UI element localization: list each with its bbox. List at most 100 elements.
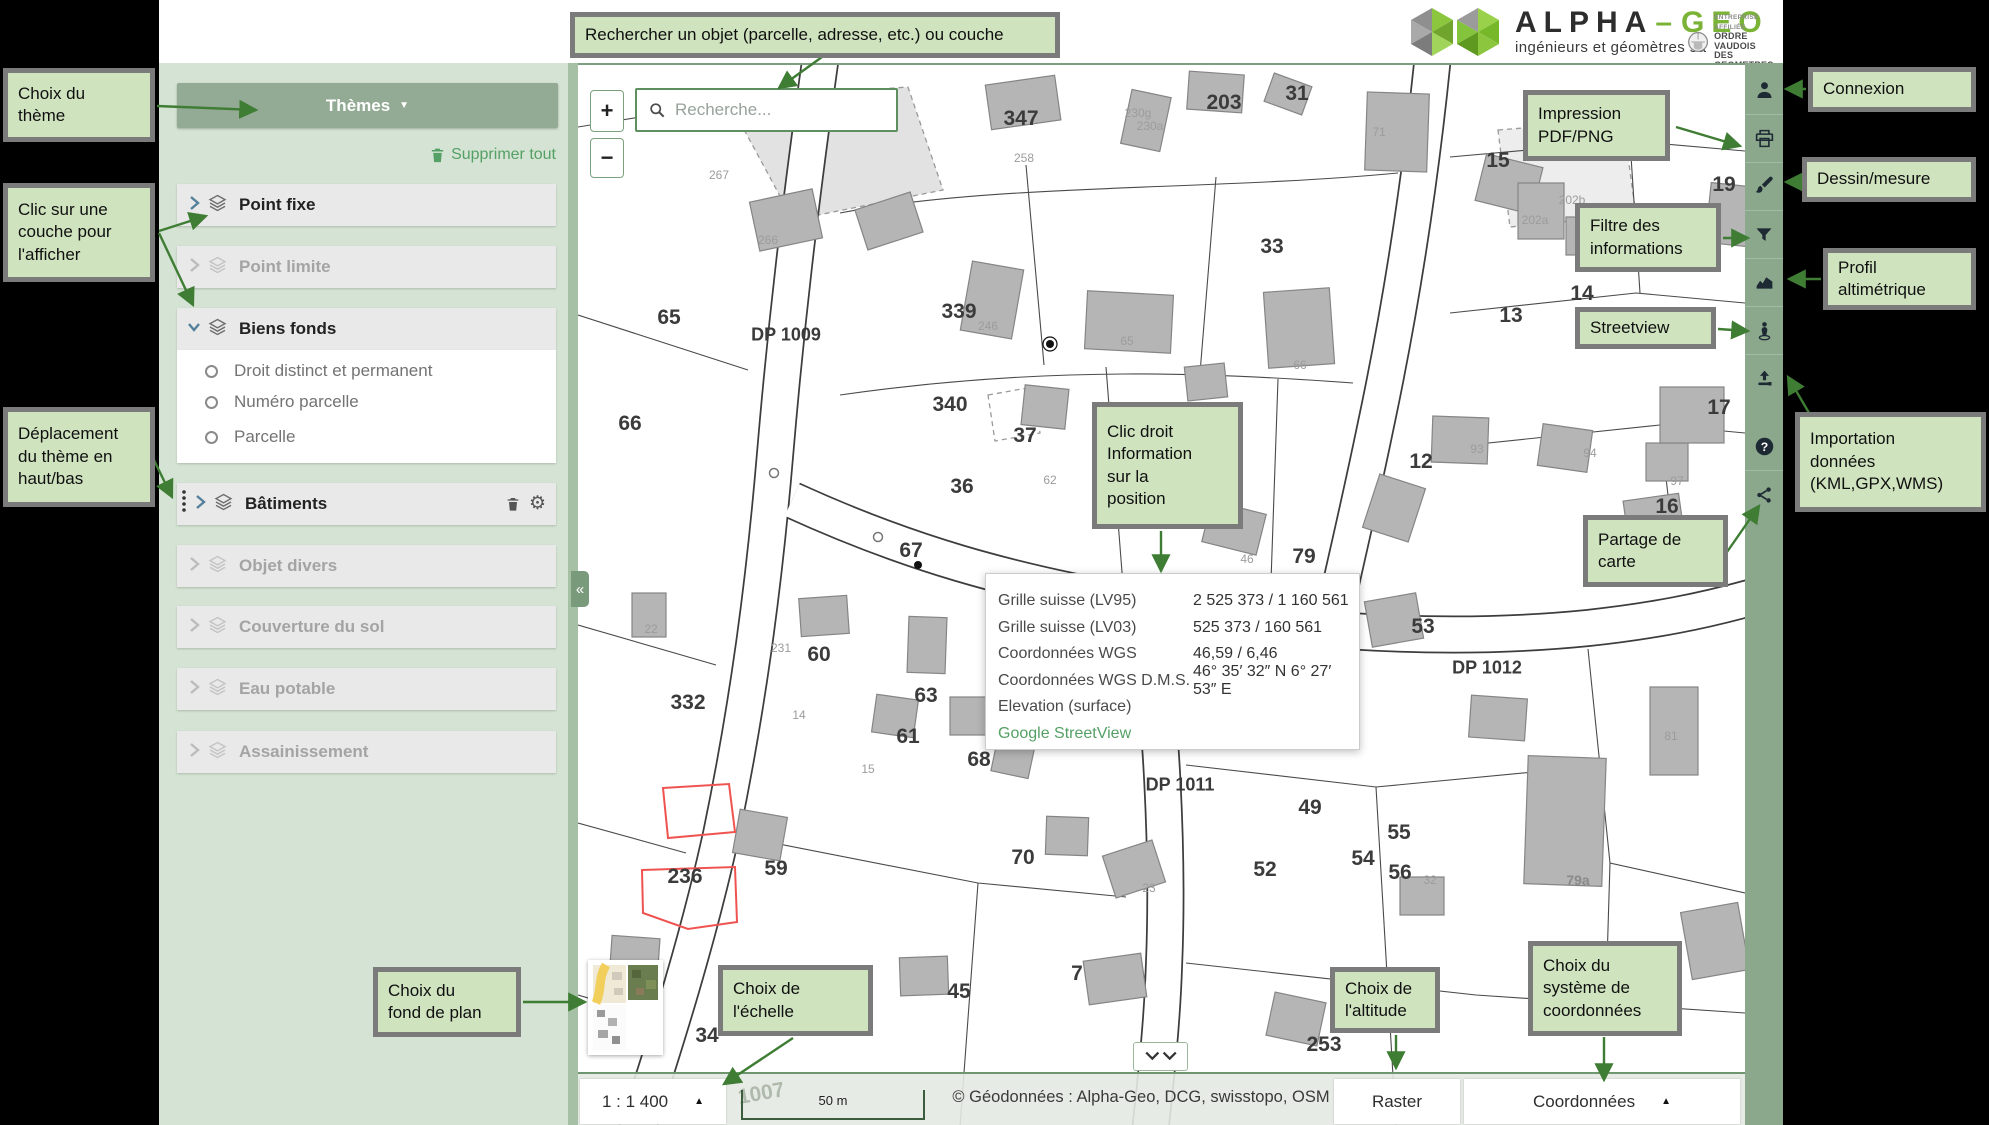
- basemap-switcher-thumbnail[interactable]: [588, 960, 663, 1055]
- gear-icon[interactable]: ⚙: [529, 495, 546, 513]
- caret-up-icon: ▲: [1661, 1096, 1671, 1107]
- callout-fond-plan: Choix du fond de plan: [373, 967, 521, 1037]
- parcel-label: 22: [644, 622, 657, 636]
- bottom-panel-collapse-button[interactable]: [1133, 1042, 1188, 1071]
- parcel-label: 94: [1583, 446, 1596, 460]
- layers-icon: [207, 615, 233, 640]
- zoom-out-button[interactable]: −: [590, 138, 624, 178]
- parcel-label: 19: [1712, 173, 1735, 197]
- google-streetview-link[interactable]: Google StreetView: [998, 721, 1359, 748]
- chevron-down-icon: ▼: [399, 100, 409, 111]
- chevron-right-icon: [181, 616, 207, 639]
- radio-circle-icon: [205, 396, 218, 409]
- chevron-right-icon: [181, 194, 207, 217]
- filter-info-button[interactable]: [1745, 210, 1783, 258]
- parcel-label: 65: [1120, 334, 1133, 348]
- share-button[interactable]: [1745, 470, 1783, 518]
- parcel-label: 230g: [1125, 106, 1152, 120]
- parcel-label: 52: [1253, 858, 1276, 882]
- chevron-down-icon: [181, 318, 207, 341]
- parcel-label: 34: [695, 1024, 718, 1048]
- callout-search: Rechercher un objet (parcelle, adresse, …: [570, 12, 1060, 58]
- chevron-right-icon: [181, 741, 207, 764]
- attribution-text: © Géodonnées : Alpha-Geo, DCG, swisstopo…: [926, 1088, 1356, 1107]
- parcel-label: 17: [1707, 396, 1730, 420]
- parcel-label: 253: [1306, 1033, 1341, 1057]
- layers-icon: [207, 317, 233, 342]
- biens-fonds-sublayers: Droit distinct et permanent Numéro parce…: [177, 350, 556, 463]
- trash-icon: [429, 146, 446, 164]
- parcel-label: DP 1012: [1452, 658, 1522, 679]
- parcel-label: 267: [709, 168, 729, 182]
- layer-row-objet-divers[interactable]: Objet divers: [177, 545, 556, 587]
- layer-row-eau-potable[interactable]: Eau potable: [177, 668, 556, 710]
- parcel-label: 7: [1071, 962, 1083, 986]
- parcel-label: 203: [1206, 91, 1241, 115]
- parcel-label: 36: [950, 475, 973, 499]
- parcel-label: 45: [947, 980, 970, 1004]
- layer-row-batiments[interactable]: Bâtiments ⚙: [177, 483, 556, 525]
- parcel-label: 347: [1003, 107, 1038, 131]
- elevation-profile-button[interactable]: [1745, 258, 1783, 306]
- share-icon: [1754, 485, 1774, 505]
- drag-handle-icon[interactable]: [180, 487, 188, 522]
- sublayer-numero-parcelle[interactable]: Numéro parcelle: [177, 387, 556, 417]
- parcel-label: 60: [807, 643, 830, 667]
- sidebar-collapse-tab[interactable]: «: [571, 571, 589, 607]
- parcel-label: 15: [861, 762, 874, 776]
- parcel-label: 230a: [1137, 119, 1164, 133]
- sublayer-parcelle[interactable]: Parcelle: [177, 422, 556, 452]
- callout-streetview: Streetview: [1575, 307, 1716, 349]
- chevron-right-icon: [181, 256, 207, 279]
- callout-importation: Importation données (KML,GPX,WMS): [1795, 412, 1986, 512]
- trash-icon[interactable]: [505, 495, 521, 513]
- map-bottom-bar: 1007 1 : 1 400 ▲ 50 m © Géodonnées : Alp…: [578, 1072, 1745, 1125]
- draw-measure-button[interactable]: [1745, 162, 1783, 210]
- printer-icon: [1754, 128, 1775, 149]
- parcel-label: 332: [670, 691, 705, 715]
- layer-row-point-limite[interactable]: Point limite: [177, 246, 556, 288]
- basemap-preview-icon: [588, 960, 663, 1055]
- coordinate-system-select[interactable]: Coordonnées ▲: [1464, 1079, 1740, 1124]
- layers-icon: [213, 492, 239, 517]
- streetview-button[interactable]: [1745, 306, 1783, 354]
- parcel-label: 66: [1293, 358, 1306, 372]
- layer-row-assainissement[interactable]: Assainissement: [177, 731, 556, 773]
- altitude-select[interactable]: Raster: [1334, 1079, 1460, 1124]
- callout-coords: Choix du système de coordonnées: [1528, 941, 1682, 1036]
- connexion-button[interactable]: [1745, 66, 1783, 114]
- parcel-label: DP 1009: [751, 325, 821, 346]
- parcel-label: 79a: [1566, 872, 1589, 888]
- layer-row-couverture-sol[interactable]: Couverture du sol: [177, 606, 556, 648]
- parcel-label: 49: [1298, 796, 1321, 820]
- layers-icon: [207, 677, 233, 702]
- theme-sidebar: Thèmes▼ Supprimer tout Point fixe Point …: [159, 63, 568, 1125]
- logo-hexagons-icon: [1405, 4, 1505, 60]
- parcel-label: 37: [1013, 424, 1036, 448]
- clear-all-button[interactable]: Supprimer tout: [429, 146, 556, 164]
- scale-select[interactable]: 1 : 1 400 ▲: [580, 1079, 726, 1124]
- callout-profil: Profil altimétrique: [1823, 248, 1976, 310]
- parcel-label: 13: [1499, 304, 1522, 328]
- layer-row-point-fixe[interactable]: Point fixe: [177, 184, 556, 226]
- sublayer-droit-distinct[interactable]: Droit distinct et permanent: [177, 356, 556, 386]
- print-button[interactable]: [1745, 114, 1783, 162]
- parcel-label: 68: [967, 748, 990, 772]
- search-input[interactable]: [673, 99, 877, 121]
- parcel-label: 31: [1285, 82, 1308, 106]
- search-box[interactable]: [635, 88, 898, 132]
- layers-icon: [207, 255, 233, 280]
- help-button[interactable]: ?: [1745, 422, 1783, 470]
- themes-dropdown-button[interactable]: Thèmes▼: [177, 83, 558, 128]
- brush-icon: [1754, 176, 1775, 197]
- layer-row-biens-fonds[interactable]: Biens fonds: [177, 308, 556, 350]
- parcel-label: 62: [1043, 473, 1056, 487]
- parcel-label: 202a: [1522, 213, 1549, 227]
- import-data-button[interactable]: [1745, 354, 1783, 402]
- zoom-in-button[interactable]: +: [590, 90, 624, 132]
- callout-clic-droit: Clic droit Information sur la position: [1092, 402, 1243, 529]
- callout-partage: Partage de carte: [1583, 515, 1728, 587]
- radio-circle-icon: [205, 365, 218, 378]
- parcel-label: 61: [896, 725, 919, 749]
- svg-text:?: ?: [1760, 439, 1767, 453]
